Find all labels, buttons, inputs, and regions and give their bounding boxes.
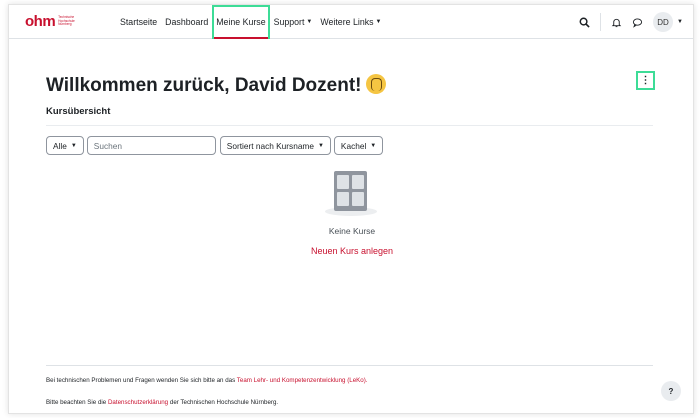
footer-text: Bei technischen Problemen und Fragen wen…	[46, 377, 236, 384]
navbar-divider	[600, 13, 602, 31]
empty-state-text: Keine Kurse	[328, 226, 376, 236]
chevron-down-icon: ▼	[375, 19, 382, 25]
course-filters: Alle ▼ Suchen Sortiert nach Kursname ▼ K…	[46, 136, 384, 155]
footer-privacy-text: Bitte beachten Sie die Datenschutzerklär…	[46, 399, 278, 406]
empty-icon-card	[352, 175, 364, 189]
navbar-actions: DD ▼	[579, 5, 683, 39]
grouping-dropdown[interactable]: Alle ▼	[46, 136, 84, 155]
browser-frame: ohm Technische Hochschule Nürnberg Start…	[8, 4, 694, 414]
support-team-link[interactable]: Team Lehr- und Kompetenzentwicklung (LeK…	[237, 377, 368, 384]
nav-support[interactable]: Support ▼	[270, 5, 317, 39]
primary-navigation: Startseite Dashboard Meine Kurse Support…	[116, 5, 385, 39]
view-label: Kachel	[340, 140, 367, 151]
chevron-down-icon[interactable]: ▼	[677, 19, 683, 25]
new-course-label: Neuen Kurs anlegen	[310, 246, 394, 256]
nav-label: Support	[273, 17, 305, 27]
nav-startseite[interactable]: Startseite	[116, 5, 161, 39]
chevron-down-icon: ▼	[306, 19, 313, 25]
section-title: Kursübersicht	[46, 106, 111, 117]
kebab-menu-icon[interactable]: ⋮	[636, 71, 655, 90]
grouping-label: Alle	[53, 140, 67, 151]
nav-label: Startseite	[120, 17, 158, 27]
search-icon[interactable]	[579, 17, 590, 28]
ohm-logo[interactable]: ohm Technische Hochschule Nürnberg	[25, 13, 84, 30]
nav-label: Dashboard	[165, 17, 209, 27]
empty-icon-card	[337, 192, 349, 206]
privacy-link[interactable]: Datenschutzerklärung	[108, 399, 168, 406]
footer-support-text: Bei technischen Problemen und Fragen wen…	[46, 377, 368, 384]
nav-label: Weitere Links	[320, 17, 374, 27]
sort-label: Sortiert nach Kursname	[226, 140, 314, 151]
nav-label: Meine Kurse	[216, 17, 266, 27]
view-dropdown[interactable]: Kachel ▼	[333, 136, 384, 155]
sort-dropdown[interactable]: Sortiert nach Kursname ▼	[219, 136, 331, 155]
nav-dashboard[interactable]: Dashboard	[161, 5, 212, 39]
waving-hand-icon	[365, 74, 386, 94]
nav-weitere-links[interactable]: Weitere Links ▼	[316, 5, 385, 39]
empty-icon-card	[352, 192, 364, 206]
logo-text: ohm	[25, 13, 56, 30]
help-button[interactable]: ?	[661, 381, 681, 401]
empty-courses-icon	[325, 171, 391, 221]
logo-subtext: Technische Hochschule Nürnberg	[58, 15, 75, 27]
nav-meine-kurse[interactable]: Meine Kurse	[212, 5, 270, 39]
page-title-text: Willkommen zurück, David Dozent!	[46, 75, 362, 96]
empty-icon-card	[337, 175, 349, 189]
page-title: Willkommen zurück, David Dozent!	[46, 74, 386, 97]
chat-icon[interactable]	[632, 17, 643, 28]
search-placeholder: Suchen	[93, 140, 122, 151]
chevron-down-icon: ▼	[70, 142, 77, 149]
footer-text: der Technischen Hochschule Nürnberg.	[169, 399, 279, 406]
chevron-down-icon: ▼	[317, 142, 324, 149]
empty-icon-box	[334, 171, 367, 211]
top-navbar: ohm Technische Hochschule Nürnberg Start…	[9, 5, 693, 39]
search-input[interactable]: Suchen	[86, 136, 216, 155]
bell-icon[interactable]	[611, 17, 622, 28]
section-divider	[46, 125, 653, 126]
new-course-link[interactable]: Neuen Kurs anlegen	[9, 246, 693, 256]
chevron-down-icon: ▼	[370, 142, 377, 149]
user-avatar[interactable]: DD	[653, 12, 674, 32]
footer-divider	[46, 365, 653, 366]
footer-text: Bitte beachten Sie die	[46, 399, 107, 406]
